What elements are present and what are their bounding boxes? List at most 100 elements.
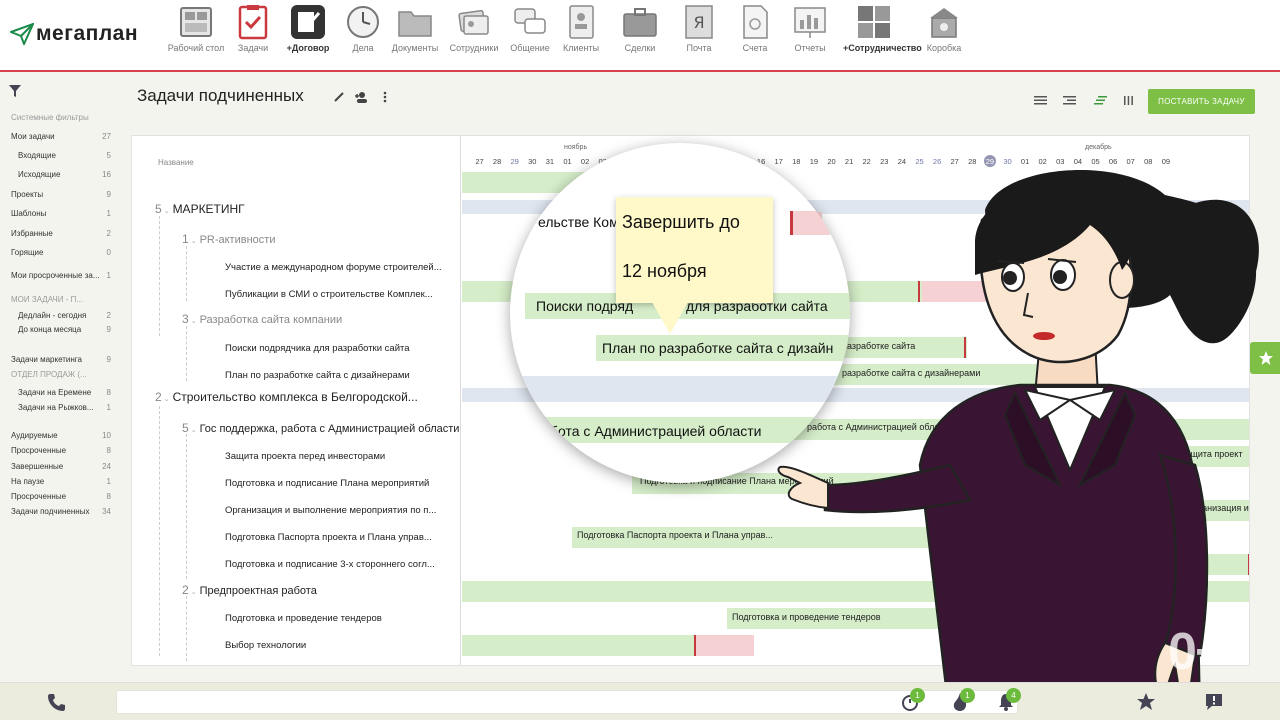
sidebar-filter-item[interactable]: Задачи на Рыжков... 1 — [18, 403, 111, 412]
sidebar-filter-item[interactable]: Просроченные 8 — [11, 446, 111, 455]
task-row[interactable]: План по разработке сайта с дизайнерами — [225, 365, 410, 383]
nav-reports[interactable]: Отчеты — [779, 4, 841, 53]
sidebar-filter-item[interactable]: Завершенные 24 — [11, 462, 111, 471]
tree-guide — [159, 406, 160, 656]
nav-tasks[interactable]: Задачи — [222, 4, 284, 53]
task-group-row[interactable]: 5 ⌄ МАРКЕТИНГ — [155, 200, 245, 218]
sidebar-filter-item[interactable]: Мои просроченные за... 1 — [11, 271, 111, 280]
task-group-row[interactable]: 2 ⌄ Строительство комплекса в Белгородской… — [155, 388, 418, 406]
tree-guide — [186, 326, 187, 381]
task-group-row[interactable]: 5 ⌄ Гос поддержка, работа с Администрацией… — [182, 419, 459, 437]
gantt-bar[interactable] — [462, 635, 694, 656]
task-group-row[interactable]: 2 ⌄ Предпроектная работа — [182, 581, 317, 599]
nav-clients[interactable]: Клиенты — [550, 4, 612, 53]
task-title: Организация и выполнение мероприятия по … — [225, 505, 437, 516]
list-view-icon[interactable] — [1034, 96, 1047, 105]
briefcase-icon — [623, 8, 657, 37]
task-row[interactable]: Подготовка Паспорта проекта и Плана упра… — [225, 527, 432, 545]
nav-label: Счета — [742, 43, 768, 53]
sidebar-filter-item[interactable]: Задачи маркетинга 9 — [11, 355, 111, 364]
sidebar-filter-item[interactable]: Мои задачи 27 — [11, 132, 111, 141]
task-row[interactable]: Защита проекта перед инвесторами — [225, 446, 385, 464]
nav-invoices[interactable]: Счета — [724, 4, 786, 53]
sidebar-item-count: 9 — [106, 325, 111, 334]
zoom-text: ельстве Ком — [538, 214, 619, 230]
edit-pencil-icon[interactable] — [333, 91, 345, 103]
phone-icon[interactable] — [46, 692, 66, 712]
sidebar-item-count: 16 — [102, 170, 111, 179]
add-users-icon[interactable] — [354, 91, 370, 103]
sidebar-item-count: 27 — [102, 132, 111, 141]
timer-notification[interactable]: 1 — [900, 688, 925, 712]
tree-guide — [186, 596, 187, 661]
chevron-down-icon[interactable]: ⌄ — [191, 589, 197, 596]
megaplan-logo[interactable]: мегаплан — [10, 22, 138, 46]
sidebar-filter-item[interactable]: Задачи на Еремене 8 — [18, 388, 111, 397]
contract-icon — [291, 5, 325, 39]
sidebar-filter-item[interactable]: Избранные 2 — [11, 229, 111, 238]
nav-employees[interactable]: Сотрудники — [443, 4, 505, 53]
sidebar-filter-item[interactable]: Дедлайн - сегодня 2 — [18, 311, 111, 320]
nav-mail[interactable]: Я Почта — [668, 4, 730, 53]
sidebar-filter-item[interactable]: Аудируемые 10 — [11, 431, 111, 440]
nav-documents[interactable]: Документы — [384, 4, 446, 53]
more-vertical-icon[interactable] — [381, 91, 389, 103]
sidebar-item-count: 2 — [106, 311, 111, 320]
column-header-name: Название — [158, 158, 194, 167]
sidebar-item-label: Дедлайн - сегодня — [18, 311, 87, 320]
task-group-row[interactable]: 3 ⌄ Разработка сайта компании — [182, 310, 342, 328]
nav-cooperation[interactable]: +Сотрудничество — [843, 4, 922, 53]
chevron-down-icon[interactable]: ⌄ — [191, 427, 197, 434]
sidebar-filter-item[interactable]: До конца месяца 9 — [18, 325, 111, 334]
task-row[interactable]: Подготовка и проведение тендеров — [225, 608, 382, 626]
sidebar-filter-item[interactable]: На паузе 1 — [11, 477, 111, 486]
task-row[interactable]: Выбор технологии — [225, 635, 306, 653]
sidebar-filter-item[interactable]: Исходящие 16 — [18, 170, 111, 179]
nav-sales[interactable]: Сделки — [609, 4, 671, 53]
add-task-button[interactable]: Поставить задачу — [1148, 89, 1255, 114]
chevron-down-icon[interactable]: ⌄ — [164, 396, 170, 403]
task-row[interactable]: Публикации в СМИ о строительстве Комплек… — [225, 284, 433, 302]
quick-input[interactable] — [116, 690, 1018, 714]
task-row[interactable]: Подготовка и подписание 3-х стороннего с… — [225, 554, 435, 572]
favorites-tab[interactable] — [1250, 342, 1280, 374]
deadline-tooltip: Завершить до 12 ноября — [616, 197, 773, 303]
month-label: декабрь — [1085, 144, 1112, 151]
task-group-row[interactable]: 1 ⌄ PR-активности — [182, 230, 275, 248]
task-row[interactable]: Организация и выполнение мероприятия по … — [225, 500, 436, 518]
fire-notification[interactable]: 1 — [950, 688, 975, 712]
sidebar-filter-item[interactable]: Задачи подчиненных 34 — [11, 507, 111, 516]
star-icon[interactable] — [1136, 692, 1156, 712]
chevron-down-icon[interactable]: ⌄ — [191, 318, 197, 325]
task-title: План по разработке сайта с дизайнерами — [225, 370, 410, 381]
sidebar-item-count: 2 — [106, 229, 111, 238]
bottom-bar: 1 1 4 — [0, 682, 1280, 720]
nav-desktop[interactable]: Рабочий стол — [165, 4, 227, 53]
gantt-bar-label: Подготовка Паспорта проекта и Плана упра… — [577, 530, 773, 540]
board-view-icon[interactable] — [1124, 96, 1133, 105]
sidebar-filter-item[interactable]: Шаблоны 1 — [11, 209, 111, 218]
nav-box[interactable]: Коробка — [913, 4, 975, 53]
nav-contract[interactable]: +Договор — [277, 4, 339, 53]
sidebar-filter-item[interactable]: Входящие 5 — [18, 151, 111, 160]
chevron-down-icon[interactable]: ⌄ — [164, 208, 170, 215]
sidebar-filter-item[interactable]: Горящие 0 — [11, 248, 111, 257]
filter-icon[interactable] — [8, 84, 22, 98]
chat-icon — [514, 8, 546, 34]
chevron-down-icon[interactable]: ⌄ — [191, 238, 197, 245]
tree-view-icon[interactable] — [1063, 96, 1076, 105]
tree-guide — [159, 216, 160, 336]
task-row[interactable]: Подготовка и подписание Плана мероприяти… — [225, 473, 429, 491]
feedback-icon[interactable] — [1204, 692, 1224, 712]
bell-notification[interactable]: 4 — [996, 688, 1021, 712]
sidebar-filter-item[interactable]: Просроченные 8 — [11, 492, 111, 501]
tasks-icon — [238, 5, 268, 40]
gantt-view-icon[interactable] — [1094, 96, 1107, 105]
gantt-bar[interactable] — [694, 635, 754, 656]
sidebar-filter-item[interactable]: Проекты 9 — [11, 190, 111, 199]
task-row[interactable]: Поиски подрядчика для разработки сайта — [225, 338, 410, 356]
sidebar-item-label: Системные фильтры — [11, 113, 89, 122]
task-title: Подготовка Паспорта проекта и Плана упра… — [225, 532, 432, 543]
task-row[interactable]: Участие а международном форуме строителе… — [225, 257, 442, 275]
svg-text:Я: Я — [693, 13, 704, 32]
